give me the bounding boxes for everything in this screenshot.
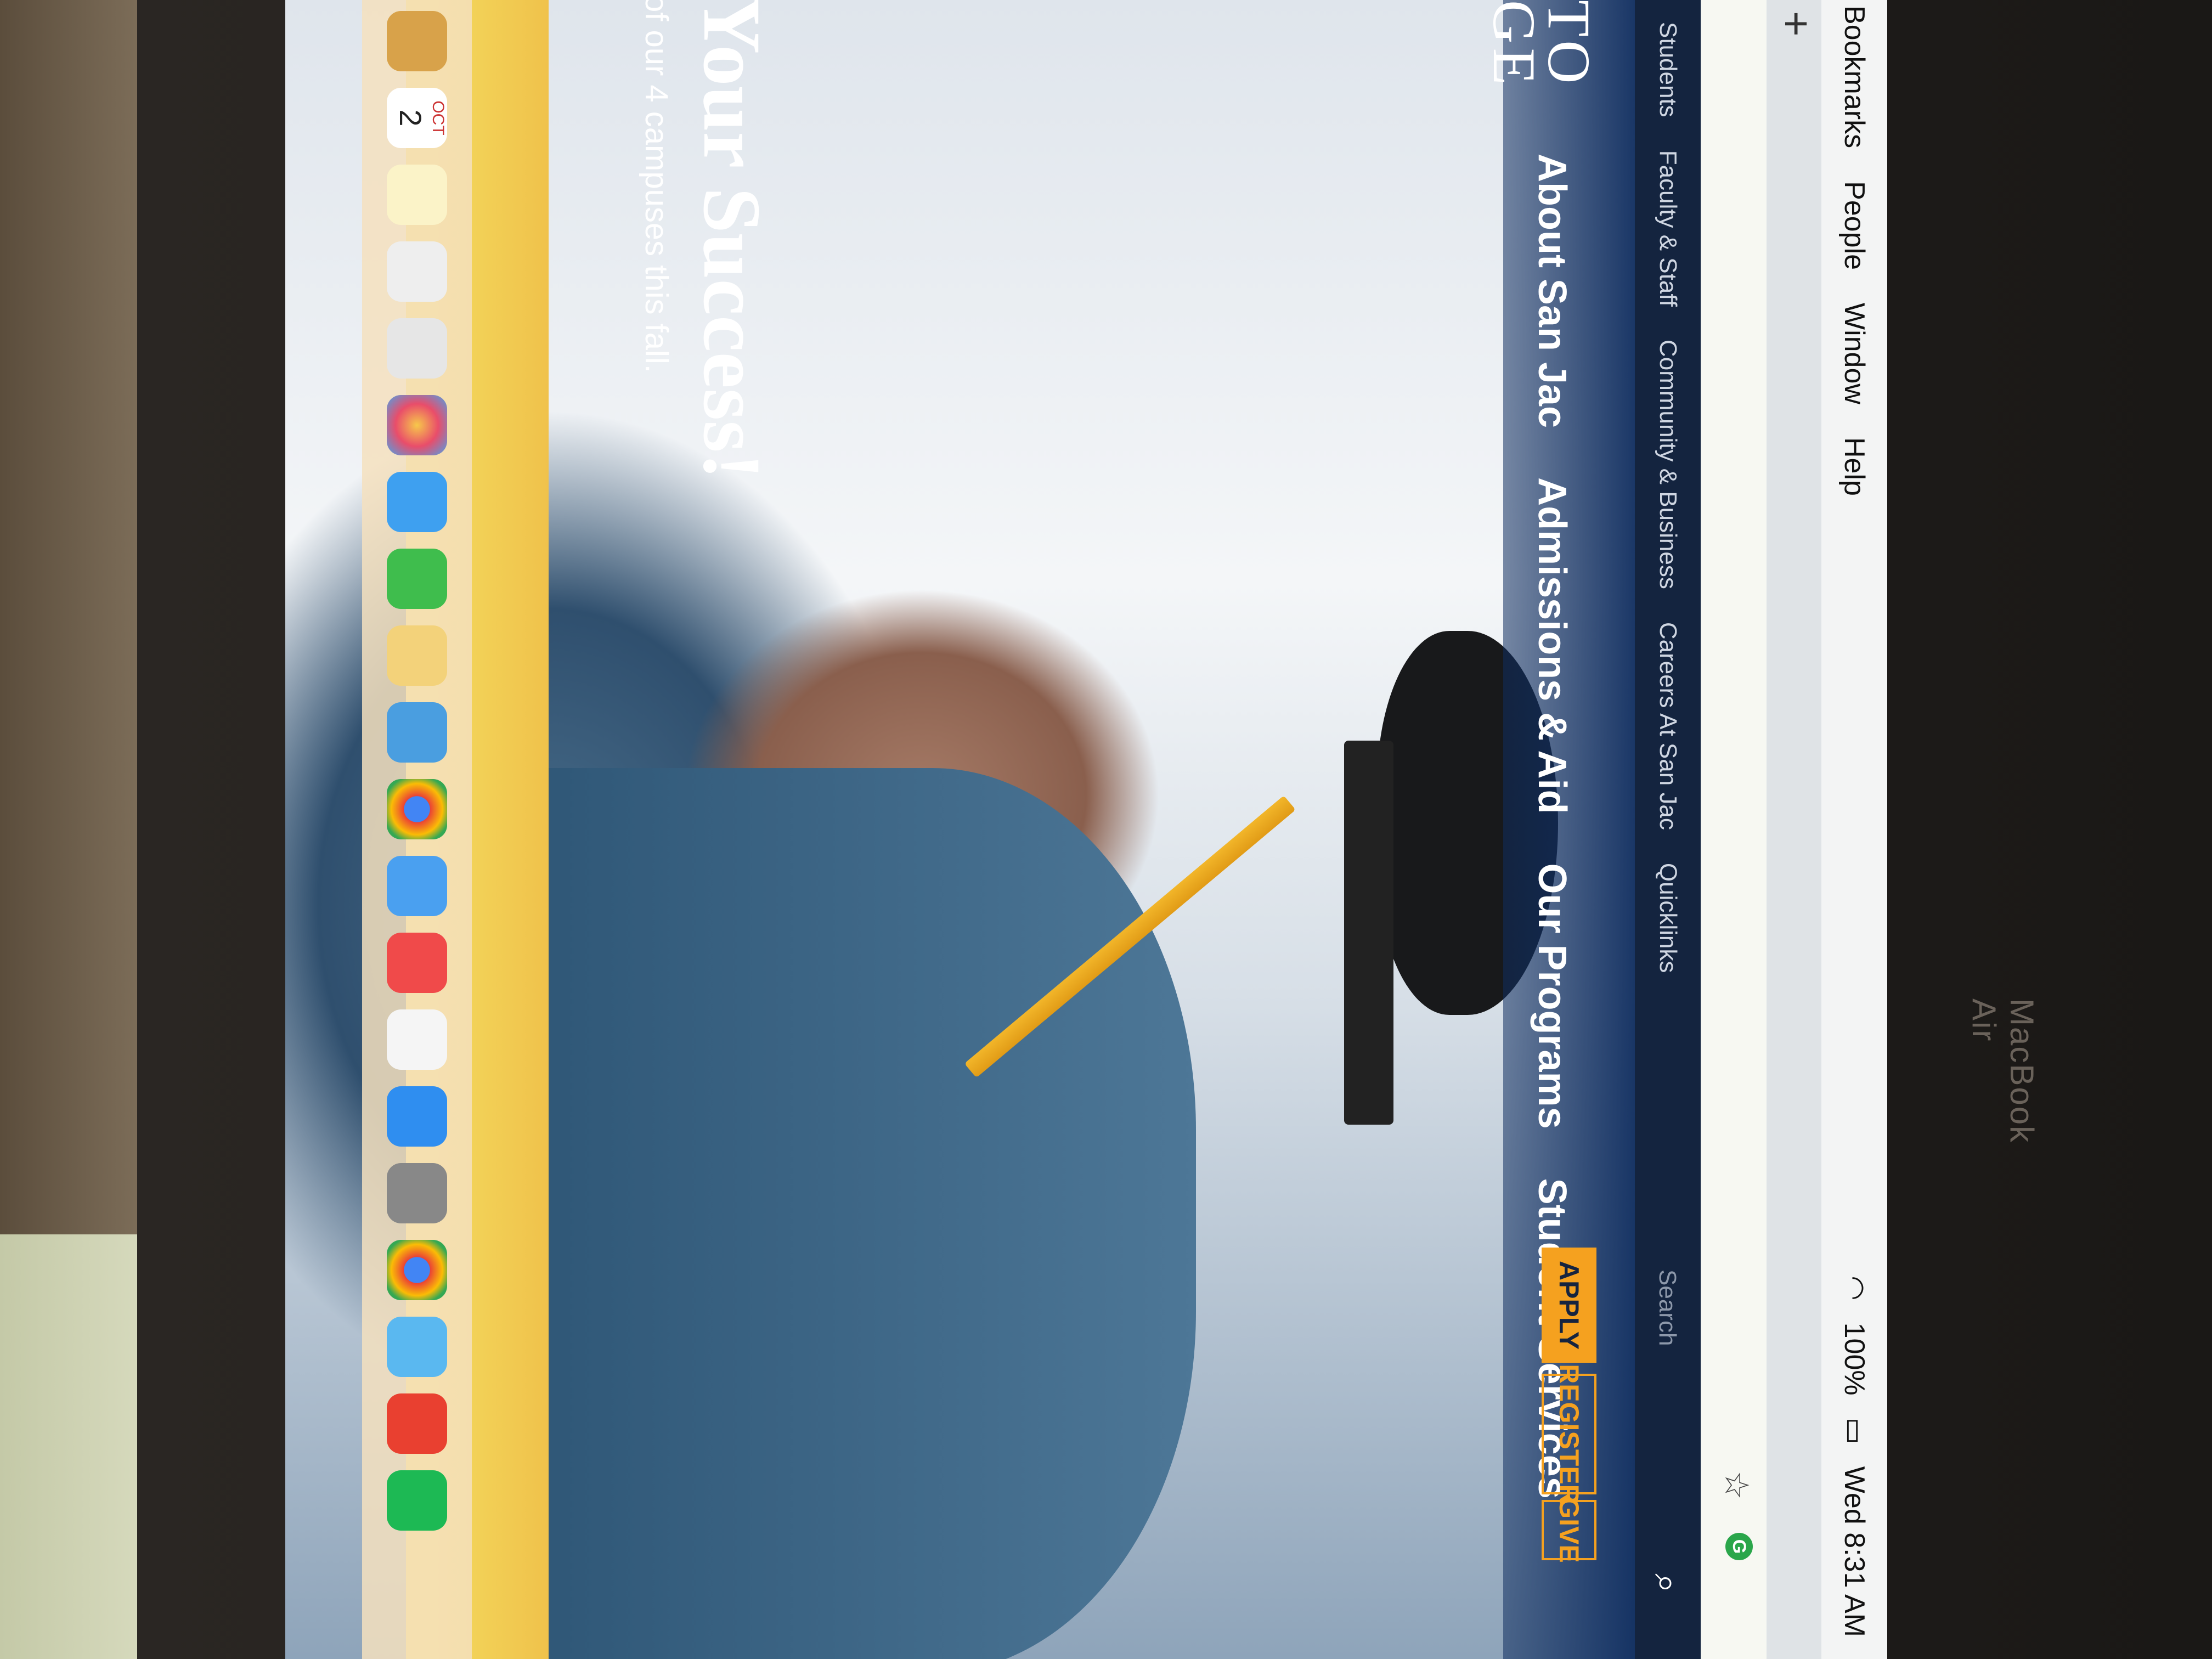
search-input[interactable]: Search (1649, 1269, 1685, 1478)
mac-menu-bar: Bookmarks People Window Help ◠ 100% ▭ We… (1820, 0, 1887, 1659)
utility-link-careers[interactable]: Careers At San Jac (1654, 622, 1681, 830)
dock: OCT 2 (362, 0, 472, 1659)
menu-people[interactable]: People (1838, 181, 1871, 270)
apply-button[interactable]: APPLY (1542, 1248, 1596, 1363)
system-preferences-icon[interactable] (387, 1163, 447, 1223)
hero-subline: of our 4 campuses this fall. (639, 0, 674, 373)
student-shirt (538, 768, 1196, 1659)
utility-nav: Students Faculty & Staff Community & Bus… (1635, 0, 1701, 1659)
college-logo[interactable]: TO GE (1481, 0, 1602, 89)
nav-admissions[interactable]: Admissions & Aid (1530, 477, 1575, 814)
main-nav: TO GE About San Jac Admissions & Aid Our… (1481, 0, 1635, 1659)
nav-programs[interactable]: Our Programs (1530, 864, 1575, 1129)
photos-icon[interactable] (387, 395, 447, 455)
hero-headline: Your Success! (686, 0, 777, 480)
music-icon[interactable] (387, 1009, 447, 1070)
media-app-icon[interactable] (387, 1393, 447, 1454)
reminders-icon[interactable] (387, 241, 447, 302)
folder-icon[interactable] (387, 11, 447, 71)
facetime-icon[interactable] (387, 549, 447, 609)
star-icon[interactable]: ☆ (1717, 1470, 1756, 1500)
calendar-day: 2 (393, 109, 428, 127)
wifi-icon[interactable]: ◠ (1838, 1276, 1871, 1300)
menu-bookmarks[interactable]: Bookmarks (1838, 5, 1871, 148)
laptop-screen: Bookmarks People Window Help ◠ 100% ▭ We… (285, 0, 1887, 1659)
numbers-icon[interactable] (387, 702, 447, 763)
utility-link-faculty[interactable]: Faculty & Staff (1654, 150, 1681, 307)
maps-icon[interactable] (387, 318, 447, 379)
chrome-icon-2[interactable] (387, 1240, 447, 1300)
chrome-icon[interactable] (387, 779, 447, 839)
laptop-label: MacBook Air (1966, 998, 2040, 1144)
nav-about[interactable]: About San Jac (1530, 154, 1575, 428)
brand-line-2: GE (1481, 0, 1548, 89)
battery-icon[interactable]: ▭ (1838, 1418, 1871, 1444)
menu-window[interactable]: Window (1838, 303, 1871, 404)
utility-link-community[interactable]: Community & Business (1654, 340, 1681, 589)
search-icon[interactable]: ⌕ (1646, 1573, 1688, 1593)
clock[interactable]: Wed 8:31 AM (1838, 1466, 1871, 1637)
news-icon[interactable] (387, 933, 447, 993)
battery-percent: 100% (1838, 1322, 1870, 1396)
app-store-icon[interactable] (387, 1086, 447, 1147)
keynote-icon[interactable] (387, 856, 447, 916)
give-button[interactable]: GIVE (1542, 1497, 1596, 1563)
pages-icon[interactable] (387, 625, 447, 686)
browser-toolbar (1700, 0, 1767, 1659)
utility-link-students[interactable]: Students (1654, 22, 1681, 117)
messages-icon[interactable] (387, 472, 447, 532)
register-button[interactable]: REGISTER (1542, 1364, 1596, 1504)
utility-link-quicklinks[interactable]: Quicklinks (1654, 863, 1681, 973)
extension-icon[interactable]: G (1725, 1533, 1753, 1560)
brand-line-1: TO (1536, 0, 1602, 88)
new-tab-button[interactable]: + (1771, 11, 1821, 37)
spotify-icon[interactable] (387, 1470, 447, 1531)
cap-band (1344, 741, 1393, 1125)
menu-help[interactable]: Help (1838, 437, 1871, 496)
calendar-icon[interactable]: OCT 2 (387, 88, 447, 148)
notes-icon[interactable] (387, 165, 447, 225)
airdrop-icon[interactable] (387, 1317, 447, 1377)
calendar-month: OCT (429, 100, 447, 136)
